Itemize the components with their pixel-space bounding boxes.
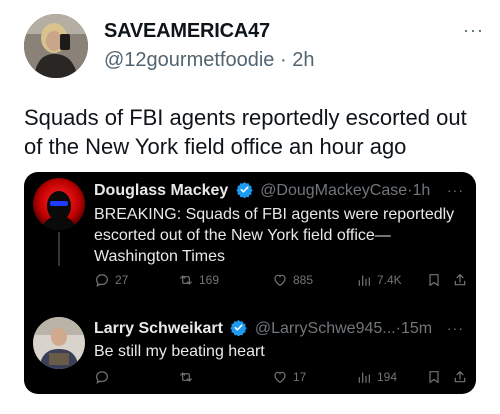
retweet-icon <box>180 275 192 285</box>
avatar[interactable] <box>33 317 85 369</box>
verified-badge-icon <box>230 320 248 336</box>
author-handle[interactable]: @12gourmetfoodie <box>104 49 274 71</box>
bookmark-icon <box>429 274 439 286</box>
views-icon <box>358 275 370 286</box>
reply-button[interactable] <box>94 369 115 385</box>
heart-icon <box>274 274 286 287</box>
reply-button[interactable]: 27 <box>94 272 128 288</box>
like-button[interactable]: 17 <box>272 369 306 385</box>
tweet-action-bar: 17 194 <box>94 369 468 389</box>
avatar[interactable] <box>33 178 85 230</box>
share-icon <box>454 274 466 286</box>
retweet-icon <box>180 372 192 382</box>
retweet-button[interactable] <box>178 369 199 385</box>
verified-badge-icon <box>236 182 253 198</box>
like-count: 885 <box>293 273 314 287</box>
share-icon <box>454 371 466 383</box>
views-icon <box>358 372 370 383</box>
post-header: SAVEAMERICA47 @12gourmetfoodie · 2h ··· <box>24 14 484 78</box>
tweet-text: BREAKING: Squads of FBI agents were repo… <box>94 206 455 265</box>
views-count: 7.4K <box>377 273 402 287</box>
bookmark-icon <box>429 371 439 383</box>
views-button[interactable]: 7.4K <box>356 272 402 288</box>
author-meta: @12gourmetfoodie · 2h <box>104 49 314 72</box>
tweet-action-bar: 27 169 885 7.4K <box>94 272 468 292</box>
share-button[interactable] <box>452 272 473 288</box>
like-button[interactable]: 885 <box>272 272 313 288</box>
avatar-photo <box>33 317 85 369</box>
post-time[interactable]: 2h <box>292 49 314 71</box>
retweet-button[interactable]: 169 <box>178 272 219 288</box>
reply-icon <box>96 371 108 384</box>
like-count: 17 <box>293 370 307 384</box>
more-options-icon[interactable]: ··· <box>447 320 464 336</box>
avatar[interactable] <box>24 14 88 78</box>
thread-connector <box>58 232 60 266</box>
avatar-photo <box>24 14 88 78</box>
tweet-author-name[interactable]: Douglass Mackey <box>94 182 228 199</box>
views-button[interactable]: 194 <box>356 369 397 385</box>
reply-count: 27 <box>115 273 129 287</box>
share-button[interactable] <box>452 369 473 385</box>
more-options-icon[interactable]: ··· <box>463 20 484 41</box>
bookmark-button[interactable] <box>426 369 447 385</box>
author-name[interactable]: SAVEAMERICA47 <box>104 20 270 43</box>
tweet-time[interactable]: 15m <box>401 320 432 337</box>
avatar-photo <box>33 178 85 230</box>
tweet-text: Be still my beating heart <box>94 343 265 360</box>
embedded-tweets-card[interactable]: Douglass Mackey @DougMackeyCase·1h ··· B… <box>24 172 476 394</box>
tweet-handle[interactable]: @DougMackeyCase <box>260 182 407 199</box>
post-text: Squads of FBI agents reportedly escorted… <box>24 105 467 159</box>
meta-separator: · <box>279 49 287 71</box>
heart-icon <box>274 371 286 384</box>
tweet-header: Douglass Mackey @DougMackeyCase·1h <box>94 181 430 200</box>
more-options-icon[interactable]: ··· <box>447 182 464 198</box>
tweet-handle[interactable]: @LarrySchwe945... <box>255 320 396 337</box>
tweet-author-name[interactable]: Larry Schweikart <box>94 320 223 337</box>
reply-icon <box>96 274 108 287</box>
retweet-count: 169 <box>199 273 220 287</box>
tweet-time[interactable]: 1h <box>412 182 430 199</box>
tweet-header: Larry Schweikart @LarrySchwe945...·15m <box>94 319 432 338</box>
bookmark-button[interactable] <box>426 272 447 288</box>
views-count: 194 <box>377 370 398 384</box>
